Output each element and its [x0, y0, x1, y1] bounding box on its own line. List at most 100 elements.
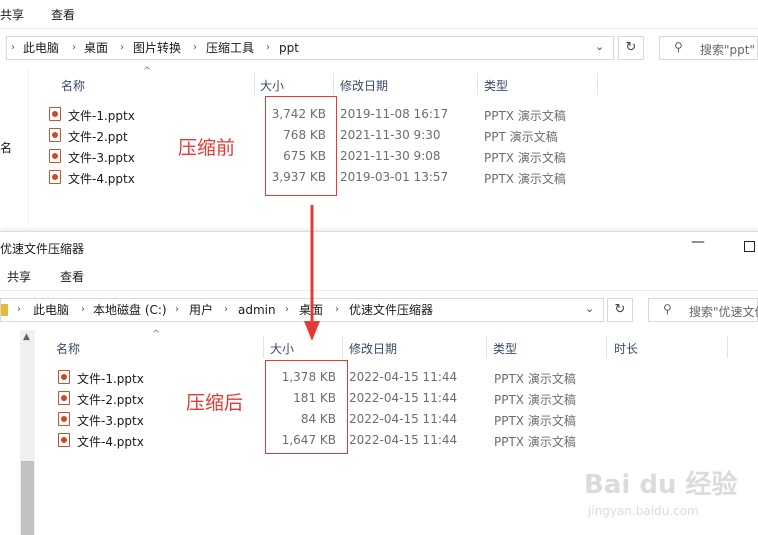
table-row[interactable]: 文件-1.pptx 3,742 KB 2019-11-08 16:17 PPTX…: [0, 104, 758, 125]
table-row[interactable]: 文件-3.pptx 84 KB 2022-04-15 11:44 PPTX 演示…: [0, 409, 758, 430]
search-placeholder: 搜索"ppt": [700, 43, 755, 57]
breadcrumb-this-pc[interactable]: 此电脑: [33, 299, 69, 321]
menu-share[interactable]: 共享: [0, 6, 24, 23]
file-name: 文件-4.pptx: [68, 172, 135, 186]
file-date: 2019-03-01 13:57: [340, 170, 449, 184]
menu-share[interactable]: 共享: [7, 268, 31, 285]
red-arrow: [304, 205, 320, 341]
pptx-file-icon: [49, 107, 61, 121]
chevron-right-icon: ›: [120, 42, 124, 53]
table-row[interactable]: 文件-1.pptx 1,378 KB 2022-04-15 11:44 PPTX…: [0, 367, 758, 388]
column-type[interactable]: 类型: [493, 340, 517, 357]
column-date[interactable]: 修改日期: [349, 340, 397, 357]
file-date: 2022-04-15 11:44: [349, 391, 458, 405]
column-name[interactable]: 名称: [61, 77, 85, 94]
pptx-file-icon: [58, 391, 70, 405]
folder-icon: [1, 304, 8, 316]
file-date: 2022-04-15 11:44: [349, 370, 458, 384]
annotation-before: 压缩前: [178, 137, 236, 159]
pptx-file-icon: [58, 412, 70, 426]
menu-view[interactable]: 查看: [51, 6, 75, 23]
window-before: 共享 查看 › 此电脑 › 桌面 › 图片转换 › 压缩工具 › ppt ⌄ ↻…: [0, 0, 758, 225]
window-title: 优速文件压缩器: [0, 242, 85, 256]
breadcrumb-admin[interactable]: admin: [238, 299, 276, 321]
column-size[interactable]: 大小: [270, 340, 294, 357]
file-date: 2022-04-15 11:44: [349, 412, 458, 426]
file-type: PPT 演示文稿: [484, 130, 558, 144]
table-row[interactable]: 文件-3.pptx 675 KB 2021-11-30 9:08 PPTX 演示…: [0, 146, 758, 167]
pptx-file-icon: [58, 370, 70, 384]
breadcrumb-compress-tool[interactable]: 压缩工具: [206, 37, 254, 59]
sort-up-icon: ^: [143, 66, 152, 77]
file-type: PPTX 演示文稿: [494, 414, 576, 428]
breadcrumb-this-pc[interactable]: 此电脑: [23, 37, 59, 59]
search-input[interactable]: ⚲ 搜索"ppt": [659, 36, 758, 60]
file-type: PPTX 演示文稿: [494, 435, 576, 449]
chevron-right-icon: ›: [193, 42, 197, 53]
chevron-down-icon[interactable]: ⌄: [595, 40, 604, 53]
table-row[interactable]: 文件-2.pptx 181 KB 2022-04-15 11:44 PPTX 演…: [0, 388, 758, 409]
chevron-right-icon: ›: [224, 304, 228, 315]
file-date: 2019-11-08 16:17: [340, 107, 449, 121]
breadcrumb-ppt[interactable]: ppt: [279, 37, 299, 59]
watermark-logo: Bai du 经验: [584, 470, 738, 500]
watermark: Bai du 经验 jingyan.baidu.com: [584, 458, 754, 528]
chevron-down-icon[interactable]: ⌄: [585, 302, 594, 315]
size-highlight-box: [265, 360, 348, 454]
maximize-button[interactable]: [744, 241, 755, 252]
ppt-file-icon: [49, 128, 61, 142]
file-name: 文件-1.pptx: [68, 109, 135, 123]
chevron-right-icon: ›: [11, 42, 15, 53]
table-row[interactable]: 文件-2.ppt 768 KB 2021-11-30 9:30 PPT 演示文稿: [0, 125, 758, 146]
column-size[interactable]: 大小: [260, 77, 284, 94]
pptx-file-icon: [49, 170, 61, 184]
refresh-button[interactable]: ↻: [607, 298, 633, 322]
minimize-button[interactable]: —: [691, 234, 705, 250]
refresh-icon: ↻: [614, 302, 626, 317]
file-type: PPTX 演示文稿: [484, 151, 566, 165]
watermark-url: jingyan.baidu.com: [588, 504, 699, 518]
chevron-right-icon: ›: [335, 304, 339, 315]
column-name[interactable]: 名称: [56, 340, 80, 357]
address-bar[interactable]: › 此电脑 › 桌面 › 图片转换 › 压缩工具 › ppt ⌄: [6, 36, 614, 60]
scroll-up-icon[interactable]: ▲: [23, 332, 30, 342]
breadcrumb-users[interactable]: 用户: [189, 299, 213, 321]
refresh-icon: ↻: [625, 40, 637, 55]
table-row[interactable]: 文件-4.pptx 1,647 KB 2022-04-15 11:44 PPTX…: [0, 430, 758, 451]
file-name: 文件-2.ppt: [68, 130, 128, 144]
search-icon: ⚲: [674, 40, 683, 54]
file-name: 文件-3.pptx: [77, 414, 144, 428]
file-name: 文件-1.pptx: [77, 372, 144, 386]
file-type: PPTX 演示文稿: [484, 109, 566, 123]
breadcrumb-desktop[interactable]: 桌面: [84, 37, 108, 59]
file-name: 文件-2.pptx: [77, 393, 144, 407]
annotation-after: 压缩后: [186, 392, 244, 414]
column-date[interactable]: 修改日期: [340, 77, 388, 94]
breadcrumb-image-convert[interactable]: 图片转换: [133, 37, 181, 59]
pptx-file-icon: [49, 149, 61, 163]
scrollbar-thumb[interactable]: [21, 461, 34, 535]
ribbon-bar: [0, 0, 758, 29]
file-type: PPTX 演示文稿: [494, 393, 576, 407]
pptx-file-icon: [58, 433, 70, 447]
table-row[interactable]: 文件-4.pptx 3,937 KB 2019-03-01 13:57 PPTX…: [0, 167, 758, 188]
breadcrumb-local-disk[interactable]: 本地磁盘 (C:): [93, 299, 167, 321]
chevron-right-icon: ›: [175, 304, 179, 315]
breadcrumb-compressor[interactable]: 优速文件压缩器: [349, 299, 433, 321]
sort-up-icon: ^: [152, 329, 161, 340]
refresh-button[interactable]: ↻: [618, 36, 644, 60]
search-placeholder: 搜索"优速文件: [689, 305, 758, 319]
column-type[interactable]: 类型: [484, 77, 508, 94]
window-after: 优速文件压缩器 — 共享 查看 › 此电脑 › 本地磁盘 (C:) › 用户 ›…: [0, 231, 758, 535]
search-input[interactable]: ⚲ 搜索"优速文件: [648, 298, 758, 322]
file-name: 文件-4.pptx: [77, 435, 144, 449]
chevron-right-icon: ›: [17, 304, 21, 315]
menu-view[interactable]: 查看: [60, 268, 84, 285]
file-date: 2022-04-15 11:44: [349, 433, 458, 447]
file-type: PPTX 演示文稿: [484, 172, 566, 186]
file-type: PPTX 演示文稿: [494, 372, 576, 386]
size-highlight-box: [265, 96, 337, 196]
file-name: 文件-3.pptx: [68, 151, 135, 165]
chevron-right-icon: ›: [285, 304, 289, 315]
column-duration[interactable]: 时长: [614, 340, 638, 357]
